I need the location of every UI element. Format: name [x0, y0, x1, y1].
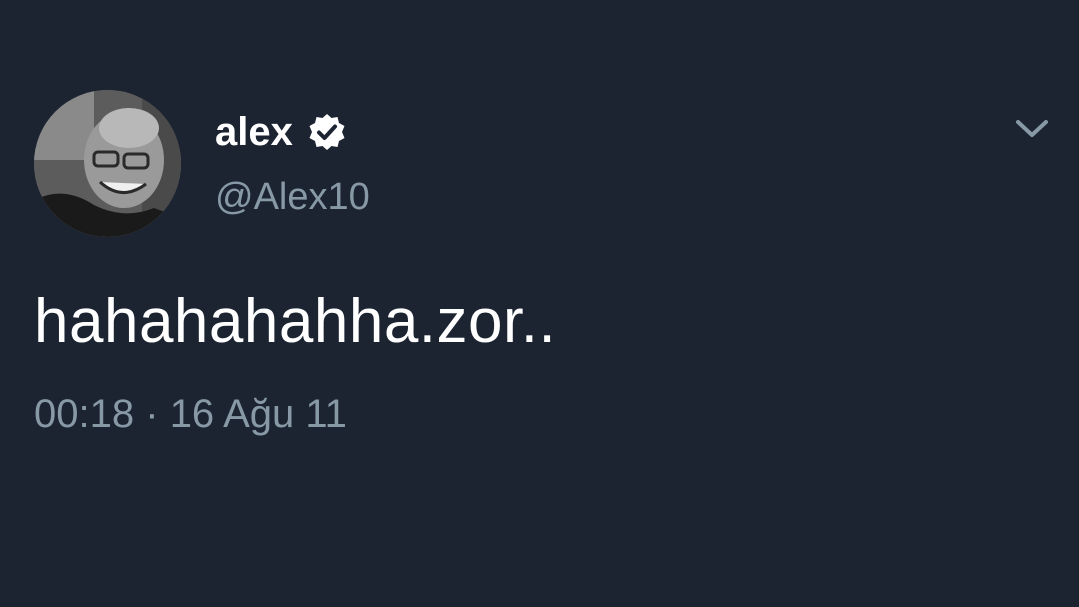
tweet-time: 00:18 [34, 392, 135, 436]
tweet-text: hahahahahha.zor.. [34, 287, 557, 356]
avatar-photo [34, 90, 181, 237]
display-name-row[interactable]: alex [215, 108, 347, 156]
tweet-card: alex @Alex10 hahahahahha.zor.. 00:18 · 1… [0, 0, 1079, 607]
tweet-timestamp[interactable]: 00:18 · 16 Ağu 11 [34, 390, 347, 438]
tweet-date: 16 Ağu 11 [169, 392, 347, 436]
chevron-down-icon[interactable] [1010, 110, 1054, 146]
avatar[interactable] [34, 90, 181, 237]
verified-badge-icon [309, 114, 345, 150]
timestamp-separator: · [145, 392, 159, 436]
user-handle[interactable]: @Alex10 [215, 174, 370, 220]
display-name[interactable]: alex [215, 108, 293, 156]
